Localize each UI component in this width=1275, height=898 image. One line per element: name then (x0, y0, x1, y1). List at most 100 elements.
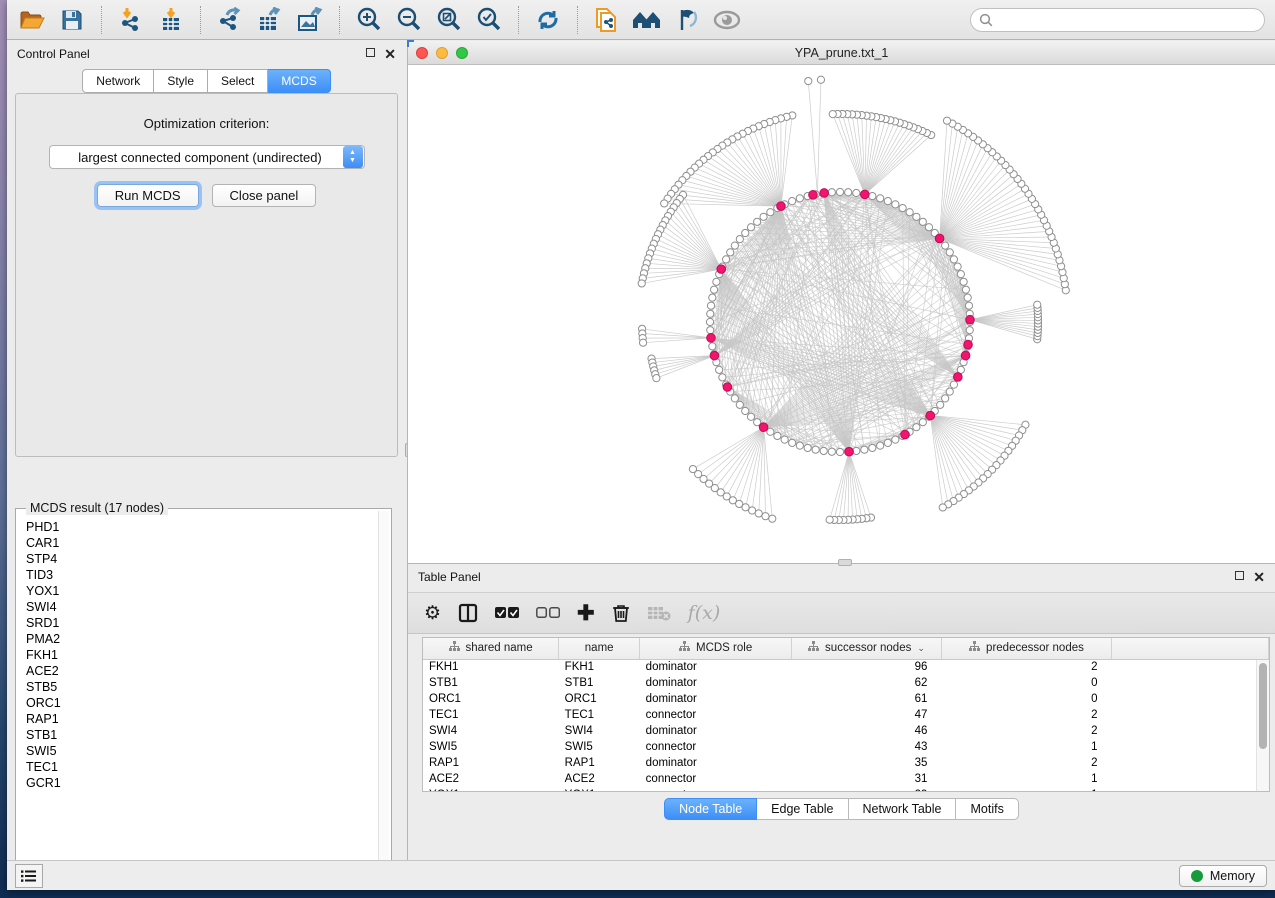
hide-selected-icon[interactable] (672, 6, 702, 34)
cell-empty (1112, 771, 1269, 787)
table-scrollbar-thumb[interactable] (1259, 663, 1267, 749)
add-column-icon[interactable]: ✚ (577, 601, 595, 625)
delete-column-icon[interactable] (612, 601, 630, 625)
cell-empty (1112, 707, 1269, 723)
tab-motifs[interactable]: Motifs (956, 798, 1018, 820)
mcds-result-item[interactable]: ACE2 (26, 663, 377, 679)
cell-name: TEC1 (559, 707, 640, 723)
horizontal-splitter-handle[interactable] (838, 559, 852, 566)
mcds-result-item[interactable]: TID3 (26, 567, 377, 583)
mcds-result-item[interactable]: SWI4 (26, 599, 377, 615)
close-table-panel-icon[interactable]: ✕ (1253, 572, 1265, 583)
tab-style[interactable]: Style (154, 69, 208, 93)
column-header-name[interactable]: name (559, 638, 640, 659)
table-row[interactable]: ACE2ACE2connector311 (423, 771, 1269, 787)
column-header-MCDS-role[interactable]: MCDS role (640, 638, 792, 659)
mcds-result-item[interactable]: RAP1 (26, 711, 377, 727)
mcds-result-item[interactable]: STP4 (26, 551, 377, 567)
tab-network[interactable]: Network (82, 69, 154, 93)
export-network-icon[interactable] (215, 6, 245, 34)
table-row[interactable]: SWI4SWI4dominator462 (423, 723, 1269, 739)
cell-predecessors: 0 (941, 675, 1111, 691)
table-row[interactable]: FKH1FKH1dominator962 (423, 659, 1269, 675)
table-row[interactable]: YOX1YOX1connector291 (423, 787, 1269, 792)
table-row[interactable]: SWI5SWI5connector431 (423, 739, 1269, 755)
zoom-in-icon[interactable] (354, 6, 384, 34)
toolbar-separator (339, 6, 340, 34)
tab-mcds[interactable]: MCDS (268, 69, 330, 93)
clone-network-icon[interactable] (592, 6, 622, 34)
criterion-dropdown[interactable]: largest connected component (undirected)… (49, 145, 365, 169)
table-scrollbar[interactable] (1256, 660, 1269, 791)
cell-empty (1112, 723, 1269, 739)
table-row[interactable]: RAP1RAP1dominator352 (423, 755, 1269, 771)
mcds-result-item[interactable]: SRD1 (26, 615, 377, 631)
search-input[interactable] (999, 13, 1256, 27)
tab-select[interactable]: Select (208, 69, 268, 93)
mcds-result-item[interactable]: STB1 (26, 727, 377, 743)
memory-button[interactable]: Memory (1179, 865, 1267, 887)
cell-successors: 29 (792, 787, 942, 792)
mcds-result-item[interactable]: TEC1 (26, 759, 377, 775)
cell-shared_name: SWI4 (423, 723, 559, 739)
cell-predecessors: 1 (941, 739, 1111, 755)
select-all-checked-icon[interactable] (495, 601, 519, 625)
column-header-predecessor-nodes[interactable]: predecessor nodes (941, 638, 1111, 659)
mcds-result-item[interactable]: PMA2 (26, 631, 377, 647)
mcds-result-item[interactable]: ORC1 (26, 695, 377, 711)
table-row[interactable]: TEC1TEC1connector472 (423, 707, 1269, 723)
network-graph[interactable] (408, 65, 1274, 561)
column-header-successor-nodes[interactable]: successor nodes⌄ (792, 638, 942, 659)
column-header-shared-name[interactable]: shared name (423, 638, 559, 659)
result-scrollbar[interactable] (378, 511, 389, 876)
cell-name: SWI4 (559, 723, 640, 739)
control-panel-tabs: NetworkStyleSelectMCDS (7, 69, 406, 93)
mcds-result-item[interactable]: FKH1 (26, 647, 377, 663)
cell-name: YOX1 (559, 787, 640, 792)
run-mcds-button[interactable]: Run MCDS (97, 184, 199, 207)
tab-network-table[interactable]: Network Table (849, 798, 957, 820)
mcds-result-item[interactable]: STB5 (26, 679, 377, 695)
cell-empty (1112, 659, 1269, 675)
float-table-panel-icon[interactable] (1235, 571, 1244, 583)
tab-node-table[interactable]: Node Table (664, 798, 757, 820)
save-session-icon[interactable] (57, 6, 87, 34)
export-table-icon[interactable] (255, 6, 285, 34)
cell-shared_name: TEC1 (423, 707, 559, 723)
cell-predecessors: 2 (941, 707, 1111, 723)
cell-role: connector (640, 707, 792, 723)
float-panel-icon[interactable] (366, 48, 375, 60)
close-panel-button[interactable]: Close panel (212, 184, 317, 207)
export-image-icon[interactable] (295, 6, 325, 34)
first-neighbors-icon[interactable] (632, 6, 662, 34)
mcds-result-item[interactable]: SWI5 (26, 743, 377, 759)
network-window-title: YPA_prune.txt_1 (408, 46, 1275, 60)
import-network-icon[interactable] (116, 6, 146, 34)
mcds-result-item[interactable]: PHD1 (26, 519, 377, 535)
mcds-result-item[interactable]: CAR1 (26, 535, 377, 551)
search-box[interactable] (970, 8, 1265, 32)
network-canvas[interactable] (408, 65, 1275, 562)
show-all-icon[interactable] (712, 6, 742, 34)
table-row[interactable]: STB1STB1dominator620 (423, 675, 1269, 691)
zoom-fit-icon[interactable] (434, 6, 464, 34)
cell-shared_name: STB1 (423, 675, 559, 691)
mcds-result-list[interactable]: PHD1CAR1STP4TID3YOX1SWI4SRD1PMA2FKH1ACE2… (20, 519, 377, 874)
network-window-titlebar[interactable]: YPA_prune.txt_1 (408, 41, 1275, 65)
zoom-selected-icon[interactable] (474, 6, 504, 34)
refresh-layout-icon[interactable] (533, 6, 563, 34)
tab-edge-table[interactable]: Edge Table (757, 798, 848, 820)
show-column-icon[interactable] (458, 601, 478, 625)
open-session-icon[interactable] (17, 6, 47, 34)
table-row[interactable]: ORC1ORC1dominator610 (423, 691, 1269, 707)
import-table-icon[interactable] (156, 6, 186, 34)
close-panel-icon[interactable]: ✕ (384, 49, 396, 60)
deselect-all-icon[interactable] (536, 601, 560, 625)
zoom-out-icon[interactable] (394, 6, 424, 34)
node-attribute-icon (679, 641, 690, 655)
mcds-result-item[interactable]: GCR1 (26, 775, 377, 791)
task-history-button[interactable] (15, 864, 43, 888)
mcds-result-item[interactable]: YOX1 (26, 583, 377, 599)
table-settings-gear-icon[interactable]: ⚙ (424, 601, 441, 625)
cell-empty (1112, 675, 1269, 691)
